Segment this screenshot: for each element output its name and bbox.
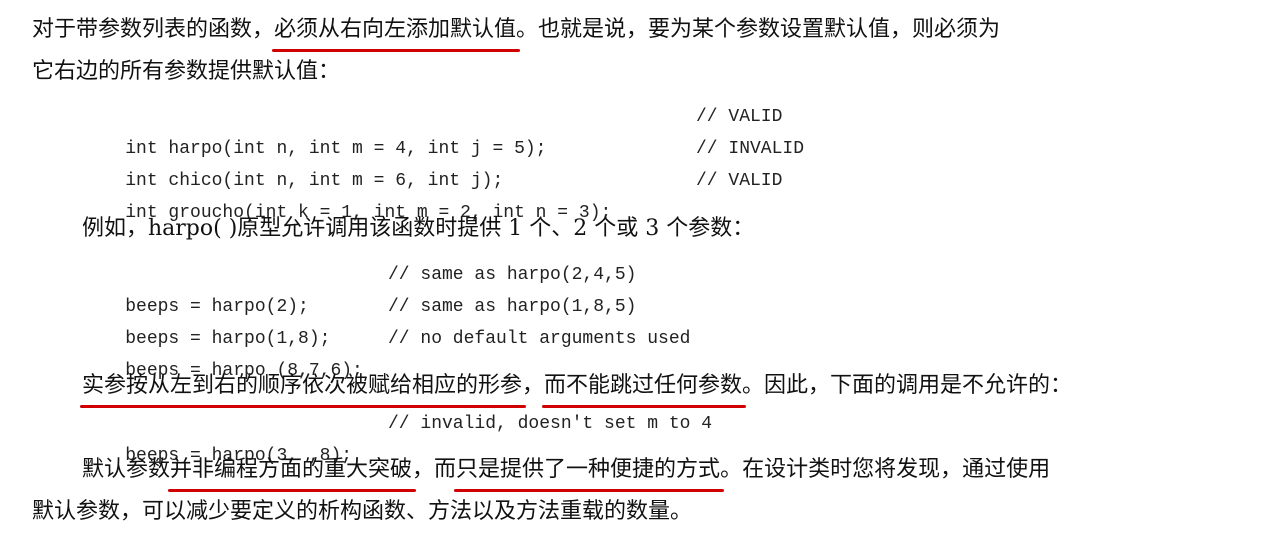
document-page: 对于带参数列表的函数，必须从右向左添加默认值。也就是说，要为某个参数设置默认值，… — [0, 0, 1276, 534]
paragraph-1-line-1: 对于带参数列表的函数，必须从右向左添加默认值。也就是说，要为某个参数设置默认值，… — [32, 12, 1001, 52]
paragraph-text: 默认参数 — [82, 457, 171, 482]
paragraph-text: ， — [522, 373, 545, 398]
paragraph-text: 。也就是说，要为某个参数设置默认值，则必须为 — [516, 17, 1001, 42]
paragraph-text: ，而 — [412, 457, 457, 482]
paragraph-text: 。在设计类时您将发现，通过使用 — [720, 457, 1051, 482]
underlined-phrase: 并非编程方面的重大突破 — [168, 452, 417, 492]
paragraph-4-line-1: 默认参数并非编程方面的重大突破，而只是提供了一种便捷的方式。在设计类时您将发现，… — [82, 452, 1051, 492]
underlined-phrase: 而不能跳过任何参数 — [542, 368, 747, 408]
paragraph-4-line-2: 默认参数，可以减少要定义的析构函数、方法以及方法重载的数量。 — [32, 499, 693, 524]
code-comment: // no default arguments used — [388, 329, 691, 349]
code-comment: // INVALID — [696, 139, 805, 159]
underlined-phrase: 实参按从左到右的顺序依次被赋给相应的形参 — [79, 368, 527, 408]
code-comment: // VALID — [696, 171, 783, 191]
code-comment: // same as harpo(2,4,5) — [388, 265, 637, 285]
paragraph-text: 对于带参数列表的函数， — [32, 17, 275, 42]
paragraph-2: 例如，harpo( )原型允许调用该函数时提供 1 个、2 个或 3 个参数： — [82, 216, 755, 241]
paragraph-text: 。因此，下面的调用是不允许的： — [742, 373, 1073, 398]
code-comment: // same as harpo(1,8,5) — [388, 297, 637, 317]
code-comment: // VALID — [696, 107, 783, 127]
code-comment: // invalid, doesn't set m to 4 — [388, 414, 713, 434]
underlined-phrase: 只是提供了一种便捷的方式 — [454, 452, 725, 492]
paragraph-1-line-2: 它右边的所有参数提供默认值： — [32, 59, 341, 84]
underlined-phrase: 必须从右向左添加默认值 — [272, 12, 521, 52]
paragraph-3: 实参按从左到右的顺序依次被赋给相应的形参，而不能跳过任何参数。因此，下面的调用是… — [79, 368, 1073, 408]
